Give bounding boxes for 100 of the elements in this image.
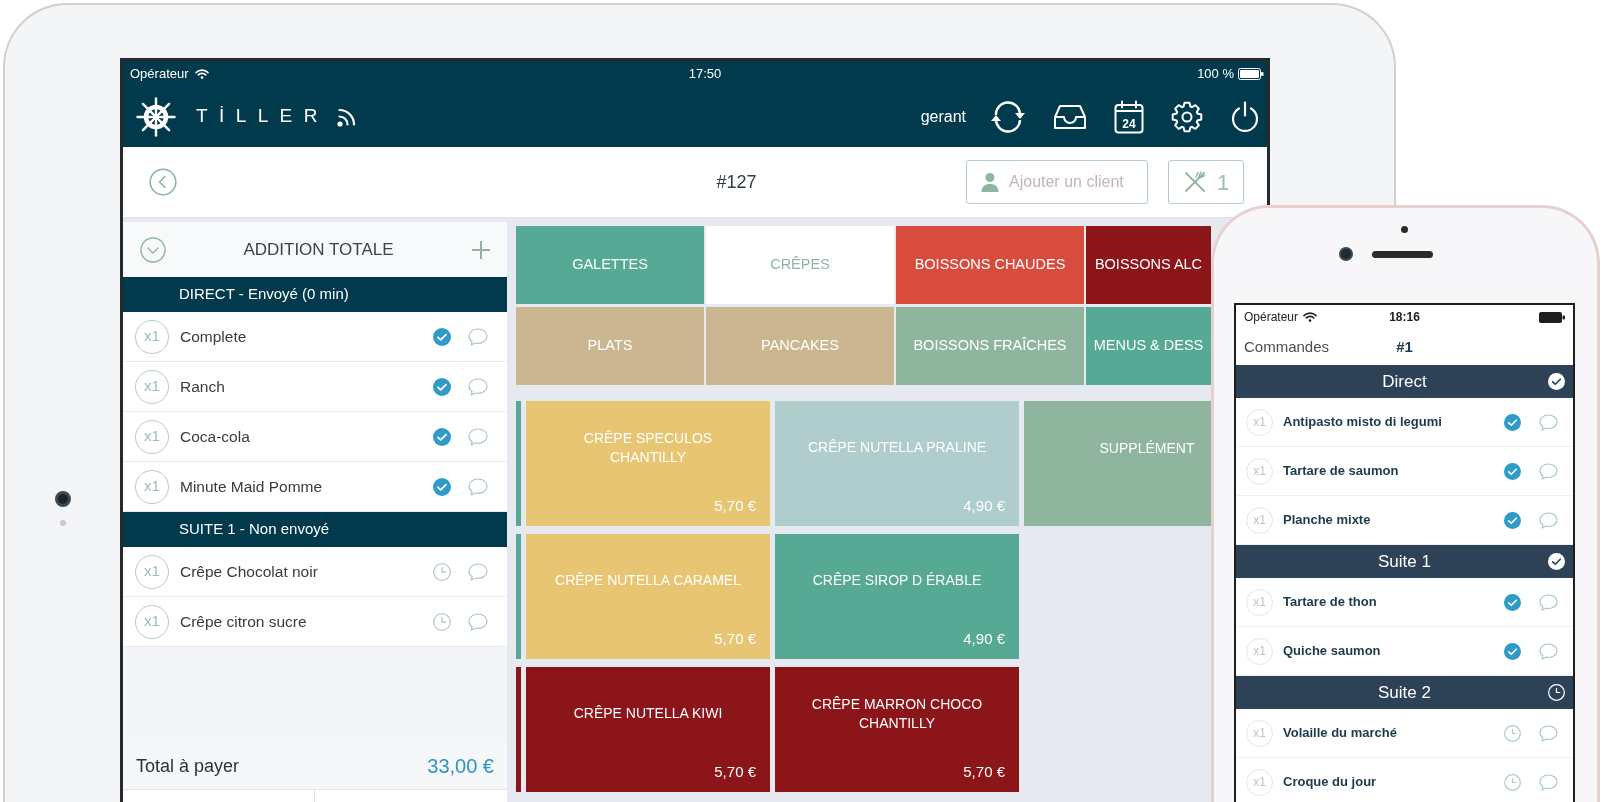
inbox-icon[interactable] bbox=[1053, 103, 1087, 130]
category-tab[interactable]: CRÊPES bbox=[706, 226, 894, 304]
order-item-row[interactable]: x1 Ranch bbox=[123, 362, 507, 412]
order-item-row[interactable]: x1 Complete bbox=[123, 312, 507, 362]
wifi-icon bbox=[1303, 312, 1318, 322]
order-number: #127 bbox=[716, 170, 757, 194]
speaker-icon bbox=[1372, 251, 1433, 258]
order-item-row[interactable]: x1 Coca-cola bbox=[123, 412, 507, 462]
plus-icon[interactable] bbox=[471, 239, 491, 260]
person-icon bbox=[981, 172, 999, 192]
product-button[interactable]: CRÊPE NUTELLA PRALINE 4,90 € bbox=[775, 401, 1019, 526]
product-price: 4,90 € bbox=[963, 628, 1006, 649]
sensor-icon bbox=[60, 520, 66, 526]
order-item-row[interactable]: x1 Minute Maid Pomme bbox=[123, 462, 507, 512]
quantity-button[interactable]: x1 bbox=[135, 319, 169, 354]
comment-icon[interactable] bbox=[1539, 511, 1558, 529]
clock-time: 18:16 bbox=[1389, 309, 1420, 326]
quantity-button[interactable]: x1 bbox=[1246, 768, 1273, 796]
course-title: Suite 2 bbox=[1378, 681, 1431, 704]
comment-icon[interactable] bbox=[468, 377, 488, 396]
quantity-button[interactable]: x1 bbox=[135, 469, 169, 504]
product-button[interactable]: CRÊPE NUTELLA KIWI 5,70 € bbox=[526, 667, 770, 792]
item-name: Crêpe citron sucre bbox=[180, 611, 308, 632]
battery-icon bbox=[1238, 67, 1264, 80]
order-number: #1 bbox=[1396, 336, 1413, 357]
comment-icon[interactable] bbox=[1539, 773, 1558, 791]
logo-text: TİLLER bbox=[196, 104, 329, 129]
category-tab[interactable]: BOISSONS FRAÎCHES bbox=[896, 307, 1084, 385]
item-name: Volaille du marché bbox=[1283, 724, 1398, 743]
add-client-button[interactable]: Ajouter un client bbox=[966, 160, 1148, 204]
comment-icon[interactable] bbox=[1539, 413, 1558, 431]
product-button[interactable]: CRÊPE SPECULOS CHANTILLY 5,70 € bbox=[526, 401, 770, 526]
comment-icon[interactable] bbox=[468, 612, 488, 631]
comment-icon[interactable] bbox=[468, 327, 488, 346]
battery-percentage: 100 % bbox=[1197, 64, 1234, 83]
comment-icon[interactable] bbox=[468, 477, 488, 496]
product-button[interactable]: CRÊPE SIROP D ÉRABLE 4,90 € bbox=[775, 534, 1019, 659]
category-tab[interactable]: BOISSONS ALC bbox=[1086, 226, 1211, 304]
product-button[interactable]: SUPPLÉMENT bbox=[1024, 401, 1211, 526]
category-tab[interactable]: PLATS bbox=[516, 307, 704, 385]
quantity-button[interactable]: x1 bbox=[1246, 588, 1273, 616]
ship-wheel-icon bbox=[136, 96, 176, 137]
course-header: DIRECT - Envoyé (0 min) bbox=[123, 277, 507, 312]
total-label: Total à payer bbox=[136, 754, 240, 778]
course-title: Direct bbox=[1382, 370, 1427, 393]
category-tab[interactable]: BOISSONS CHAUDES bbox=[896, 226, 1084, 304]
product-price: 5,70 € bbox=[714, 628, 757, 649]
item-name: Minute Maid Pomme bbox=[180, 476, 324, 497]
item-name: Ranch bbox=[180, 376, 226, 397]
product-price: 5,70 € bbox=[714, 495, 757, 516]
quantity-button[interactable]: x1 bbox=[1246, 506, 1273, 534]
category-tab[interactable]: MENUS & DESS bbox=[1086, 307, 1211, 385]
sensor-icon bbox=[1401, 226, 1408, 233]
order-item-row[interactable]: x1 Crêpe citron sucre bbox=[123, 597, 507, 647]
sync-icon[interactable] bbox=[990, 100, 1026, 133]
wifi-icon bbox=[194, 68, 209, 79]
total-amount: 33,00 € bbox=[427, 754, 494, 779]
power-icon[interactable] bbox=[1230, 100, 1260, 133]
comment-icon[interactable] bbox=[1539, 642, 1558, 660]
comment-icon[interactable] bbox=[1539, 593, 1558, 611]
item-name: Tartare de thon bbox=[1283, 593, 1378, 612]
category-tab[interactable]: GALETTES bbox=[516, 226, 704, 304]
comment-icon[interactable] bbox=[1539, 462, 1558, 480]
item-name: Planche mixte bbox=[1283, 511, 1372, 530]
product-price: 5,70 € bbox=[714, 761, 757, 782]
quantity-button[interactable]: x1 bbox=[1246, 637, 1273, 665]
comment-icon[interactable] bbox=[468, 427, 488, 446]
comment-icon[interactable] bbox=[468, 562, 488, 581]
back-link[interactable]: Commandes bbox=[1244, 335, 1330, 359]
carrier-name: Opérateur bbox=[130, 64, 189, 83]
course-header: SUITE 1 - Non envoyé bbox=[123, 512, 507, 547]
quantity-button[interactable]: x1 bbox=[135, 554, 169, 589]
course-title: Suite 1 bbox=[1378, 550, 1431, 573]
product-price: 5,70 € bbox=[963, 761, 1006, 782]
product-button[interactable]: CRÊPE NUTELLA CARAMEL 5,70 € bbox=[526, 534, 770, 659]
category-tab[interactable]: PANCAKES bbox=[706, 307, 894, 385]
item-name: Crêpe Chocolat noir bbox=[180, 561, 319, 582]
collapse-icon[interactable] bbox=[140, 236, 166, 263]
quantity-button[interactable]: x1 bbox=[135, 419, 169, 454]
settings-icon[interactable] bbox=[1171, 100, 1203, 133]
item-name: Croque du jour bbox=[1283, 773, 1378, 792]
quantity-button[interactable]: x1 bbox=[135, 369, 169, 404]
quantity-button[interactable]: x1 bbox=[135, 604, 169, 639]
covers-button[interactable]: 1 bbox=[1168, 160, 1244, 204]
comment-icon[interactable] bbox=[1539, 724, 1558, 742]
battery-icon bbox=[1539, 311, 1565, 323]
signal-icon bbox=[336, 106, 357, 127]
product-button[interactable]: CRÊPE MARRON CHOCO CHANTILLY 5,70 € bbox=[775, 667, 1019, 792]
clock-time: 17:50 bbox=[688, 64, 722, 83]
quantity-button[interactable]: x1 bbox=[1246, 408, 1273, 436]
item-name: Tartare de saumon bbox=[1283, 462, 1400, 481]
quantity-button[interactable]: x1 bbox=[1246, 719, 1273, 747]
camera-icon bbox=[55, 491, 71, 507]
quantity-button[interactable]: x1 bbox=[1246, 457, 1273, 485]
back-icon[interactable] bbox=[149, 168, 177, 196]
item-name: Complete bbox=[180, 326, 248, 347]
item-name: Antipasto misto di legumi bbox=[1283, 413, 1443, 432]
panel-title: ADDITION TOTALE bbox=[243, 238, 394, 261]
order-item-row[interactable]: x1 Crêpe Chocolat noir bbox=[123, 547, 507, 597]
cutlery-icon bbox=[1182, 170, 1207, 194]
